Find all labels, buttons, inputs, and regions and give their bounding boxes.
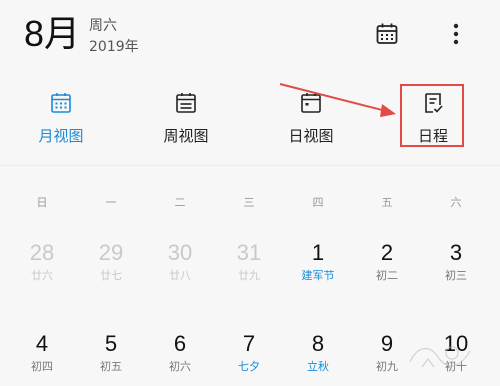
tab-week-view[interactable]: 周视图 [131,70,241,160]
weekday-header-row: 日 一 二 三 四 五 六 [0,194,500,214]
day-number: 28 [29,240,55,265]
app-header: 8月 周六 2019年 [0,0,500,70]
lunar-date: 廿八 [169,269,191,282]
calendar-day-cell[interactable]: 1 建军节 [288,240,348,284]
day-number: 31 [236,240,262,265]
day-number: 2 [380,240,394,265]
day-view-icon [301,93,321,113]
weekday-label: 五 [381,196,393,209]
calendar-day-cell[interactable]: 30 廿八 [150,240,210,284]
lunar-date: 廿九 [238,269,260,282]
current-weekday: 周六 [89,18,117,34]
tab-month-view[interactable]: 月视图 [6,70,116,160]
day-number: 6 [173,331,187,356]
calendar-icon[interactable] [375,22,399,46]
tab-month-label: 月视图 [38,127,84,145]
calendar-day-cell[interactable]: 28 廿六 [12,240,72,284]
week-view-icon [176,93,196,113]
more-vertical-icon[interactable] [448,20,464,48]
day-number: 8 [311,331,325,356]
tab-day-view[interactable]: 日视图 [256,70,366,160]
day-number: 3 [449,240,463,265]
weekday-label: 二 [174,196,186,209]
weekday-label: 日 [36,196,48,209]
tab-day-label: 日视图 [288,127,334,145]
lunar-date: 廿六 [31,269,53,282]
weekday-label: 三 [243,196,255,209]
day-number: 7 [242,331,256,356]
month-view-icon [51,93,71,113]
festival-label: 立秋 [307,360,329,373]
current-year: 2019年 [89,39,139,55]
calendar-day-cell[interactable]: 3 初三 [426,240,486,284]
annotation-highlight-box [400,84,464,147]
weekday-label: 六 [450,196,462,209]
festival-label: 七夕 [238,360,260,373]
lunar-date: 初三 [445,269,467,282]
day-number: 4 [35,331,49,356]
lunar-date: 廿七 [100,269,122,282]
lunar-date: 初四 [31,360,53,373]
day-number: 30 [167,240,193,265]
watermark-logo-icon [409,346,471,368]
lunar-date: 初六 [169,360,191,373]
calendar-day-cell[interactable]: 29 廿七 [81,240,141,284]
calendar-day-cell[interactable]: 31 廿九 [219,240,279,284]
tab-week-label: 周视图 [163,127,209,145]
calendar-day-cell[interactable]: 6 初六 [150,331,210,375]
day-number: 5 [104,331,118,356]
calendar-day-cell[interactable]: 7 七夕 [219,331,279,375]
calendar-day-cell[interactable]: 4 初四 [12,331,72,375]
divider [0,165,500,166]
calendar-day-cell[interactable]: 5 初五 [81,331,141,375]
day-number: 29 [98,240,124,265]
calendar-day-cell[interactable]: 2 初二 [357,240,417,284]
weekday-label: 四 [312,196,324,209]
current-month[interactable]: 8月 [24,12,80,56]
lunar-date: 初二 [376,269,398,282]
weekday-label: 一 [105,196,117,209]
calendar-day-cell[interactable]: 8 立秋 [288,331,348,375]
lunar-date: 初五 [100,360,122,373]
day-number: 1 [311,240,325,265]
festival-label: 建军节 [301,269,335,282]
